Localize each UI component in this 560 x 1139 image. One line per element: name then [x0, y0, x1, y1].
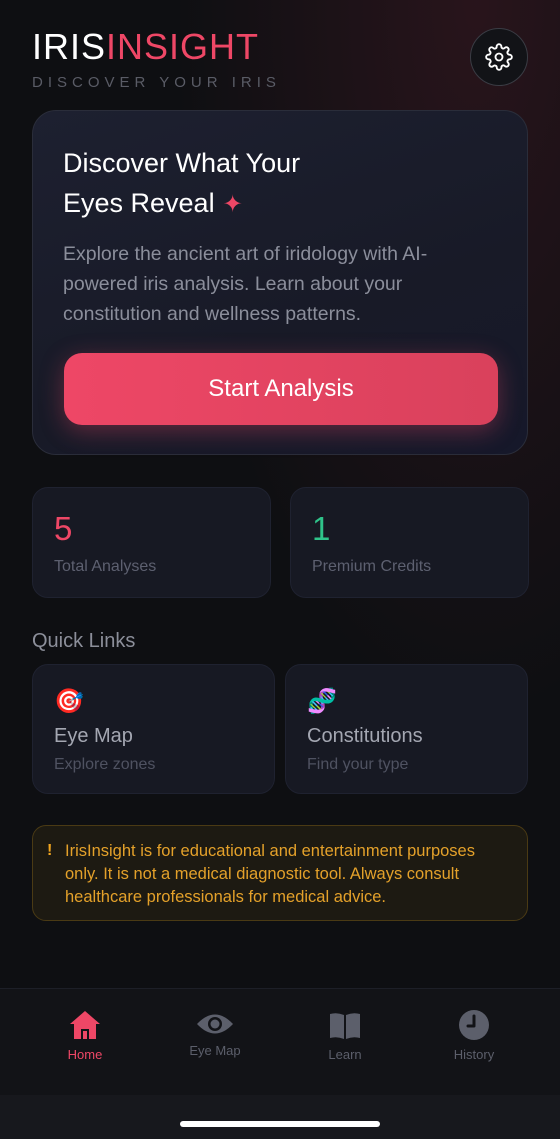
dna-icon: 🧬: [307, 688, 337, 715]
hero-title-line-1: Discover What Your: [63, 148, 301, 178]
target-icon: 🎯: [54, 688, 84, 715]
hero-card: Discover What Your Eyes Reveal ✦ Explore …: [32, 110, 528, 455]
header: IRISINSIGHT DISCOVER YOUR IRIS: [32, 28, 528, 92]
nav-item-eye-map[interactable]: Eye Map: [165, 1007, 265, 1058]
app-logo: IRISINSIGHT: [32, 28, 528, 66]
eye-icon: [197, 1014, 233, 1034]
nav-label: Eye Map: [189, 1043, 241, 1058]
brand-part-2: INSIGHT: [106, 26, 260, 67]
sparkle-icon: ✦: [222, 191, 243, 218]
clock-icon: [459, 1010, 489, 1040]
hero-description: Explore the ancient art of iridology wit…: [63, 243, 428, 325]
stat-label: Total Analyses: [54, 558, 157, 575]
nav-item-home[interactable]: Home: [35, 1005, 135, 1062]
warning-icon: !: [47, 842, 53, 859]
start-analysis-button[interactable]: Start Analysis: [64, 353, 498, 425]
quick-links-heading: Quick Links: [32, 630, 136, 652]
hero-title: Discover What Your Eyes Reveal ✦: [63, 143, 497, 225]
home-indicator[interactable]: [180, 1121, 380, 1127]
quick-link-title: Eye Map: [54, 725, 133, 747]
stat-value: 1: [312, 510, 331, 547]
nav-label: Learn: [328, 1047, 362, 1062]
home-bar: [0, 1095, 560, 1139]
brand-part-1: IRIS: [32, 26, 107, 67]
stat-label: Premium Credits: [312, 558, 432, 575]
stat-card-premium-credits: 1 Premium Credits: [290, 487, 529, 598]
settings-button[interactable]: [470, 28, 528, 86]
nav-label: Home: [67, 1047, 103, 1062]
quick-link-constitutions[interactable]: 🧬 Constitutions Find your type: [285, 664, 528, 794]
nav-item-history[interactable]: History: [424, 1005, 524, 1062]
quick-link-title: Constitutions: [307, 725, 423, 747]
gear-icon: [485, 43, 513, 71]
quick-link-subtitle: Find your type: [307, 756, 409, 773]
disclaimer-text: IrisInsight is for educational and enter…: [65, 842, 475, 906]
home-icon: [70, 1011, 100, 1039]
stat-card-total-analyses: 5 Total Analyses: [32, 487, 271, 598]
bottom-nav: Home Eye Map Learn History: [0, 988, 560, 1095]
disclaimer-banner: ! IrisInsight is for educational and ent…: [32, 825, 528, 921]
book-icon: [330, 1013, 360, 1039]
quick-link-eye-map[interactable]: 🎯 Eye Map Explore zones: [32, 664, 275, 794]
stat-value: 5: [54, 510, 73, 547]
nav-item-learn[interactable]: Learn: [295, 1005, 395, 1062]
hero-title-line-2: Eyes Reveal: [63, 188, 215, 218]
quick-link-subtitle: Explore zones: [54, 756, 156, 773]
home-screen: IRISINSIGHT DISCOVER YOUR IRIS Discover …: [0, 0, 560, 1139]
nav-label: History: [453, 1047, 495, 1062]
tagline: DISCOVER YOUR IRIS: [32, 74, 281, 91]
